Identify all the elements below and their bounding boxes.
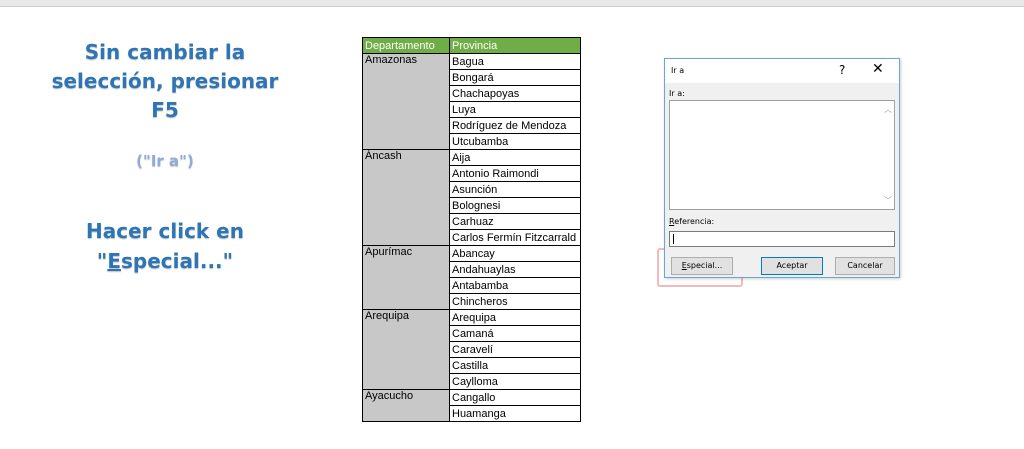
aceptar-button[interactable]: Aceptar (761, 257, 823, 275)
provincia-cell[interactable]: Bolognesi (449, 197, 581, 214)
spreadsheet-table: Departamento Provincia Amazonas Bagua Bong… (362, 37, 581, 422)
instruction-especial-text: special..." (121, 249, 234, 273)
provincia-cell[interactable]: Andahuaylas (449, 261, 581, 278)
departamento-cell[interactable]: Arequipa (362, 309, 450, 390)
table-row: Amazonas Bagua (362, 53, 581, 150)
table-header-row: Departamento Provincia (362, 37, 581, 54)
text-caret (673, 234, 674, 244)
especial-button[interactable]: Especial... (671, 257, 733, 275)
provincia-cell[interactable]: Antonio Raimondi (449, 165, 581, 182)
departamento-cell[interactable]: Áncash (362, 149, 450, 246)
table-row: Ayacucho Cangallo (362, 389, 581, 422)
especial-button-text: special... (686, 261, 723, 270)
table-row: Apurímac Abancay (362, 245, 581, 310)
listbox-scrollbar[interactable]: ︿ ﹀ (882, 101, 894, 209)
provincia-cell[interactable]: Aija (449, 149, 581, 166)
provincia-cell[interactable]: Caylloma (449, 373, 581, 390)
chevron-down-icon[interactable]: ﹀ (884, 195, 892, 206)
instruction-step1-line3: F5 (151, 98, 179, 122)
instruction-step2: Hacer click en "Especial..." (0, 216, 330, 276)
instruction-step2-line1: Hacer click en (86, 219, 244, 243)
window-top-strip (0, 0, 1024, 7)
departamento-cell[interactable]: Ayacucho (362, 389, 450, 422)
provincia-cell[interactable]: Chincheros (449, 293, 581, 310)
table-body: Amazonas Bagua Bongará Chachapoyas Luya Rodrí… (362, 53, 581, 422)
provincia-cell[interactable]: Bagua (449, 53, 581, 70)
chevron-up-icon[interactable]: ︿ (884, 104, 892, 115)
header-provincia[interactable]: Provincia (449, 37, 581, 54)
cancelar-button[interactable]: Cancelar (835, 257, 895, 275)
ir-a-label: Ir a: (669, 89, 685, 98)
departamento-cell[interactable]: Apurímac (362, 245, 450, 310)
provincia-cell[interactable]: Carhuaz (449, 213, 581, 230)
instruction-step1-line1: Sin cambiar la (84, 40, 246, 64)
table-row: Áncash Aija (362, 149, 581, 246)
instruction-quote-open: " (96, 249, 108, 273)
ir-a-dialog: Ir a ? ✕ Ir a: ︿ ﹀ Referencia: Especial.… (664, 58, 900, 278)
instruction-accelerator-letter: E (107, 249, 122, 273)
referencia-label-text: eferencia: (674, 217, 715, 226)
provincia-cell[interactable]: Caravelí (449, 341, 581, 358)
ir-a-listbox[interactable]: ︿ ﹀ (669, 100, 895, 210)
instruction-step1-line2: selección, presionar (51, 69, 279, 93)
instruction-step1: Sin cambiar la selección, presionar F5 (0, 38, 330, 125)
provincia-cell[interactable]: Huamanga (449, 405, 581, 422)
instruction-step1-note: ("Ir a") (136, 152, 194, 170)
provincia-cell[interactable]: Abancay (449, 245, 581, 262)
provincia-cell[interactable]: Carlos Fermín Fitzcarrald (449, 229, 581, 246)
provincia-cell[interactable]: Rodríguez de Mendoza (449, 117, 581, 134)
help-icon[interactable]: ? (839, 63, 845, 77)
close-icon[interactable]: ✕ (872, 61, 884, 77)
provincia-cell[interactable]: Cangallo (449, 389, 581, 406)
provincia-cell[interactable]: Luya (449, 101, 581, 118)
departamento-cell[interactable]: Amazonas (362, 53, 450, 150)
table-row: Arequipa Arequipa (362, 309, 581, 390)
instruction-step2-line2: "Especial..." (0, 246, 330, 276)
provincia-cell[interactable]: Utcubamba (449, 133, 581, 150)
provincia-cell[interactable]: Camaná (449, 325, 581, 342)
referencia-input[interactable] (669, 231, 895, 247)
header-departamento[interactable]: Departamento (362, 37, 450, 54)
provincia-cell[interactable]: Arequipa (449, 309, 581, 326)
dialog-titlebar[interactable]: Ir a ? ✕ (665, 59, 899, 83)
provincia-cell[interactable]: Asunción (449, 181, 581, 198)
provincia-cell[interactable]: Bongará (449, 69, 581, 86)
provincia-cell[interactable]: Castilla (449, 357, 581, 374)
dialog-title: Ir a (671, 66, 685, 75)
referencia-label: Referencia: (669, 217, 714, 226)
provincia-cell[interactable]: Chachapoyas (449, 85, 581, 102)
provincia-cell[interactable]: Antabamba (449, 277, 581, 294)
